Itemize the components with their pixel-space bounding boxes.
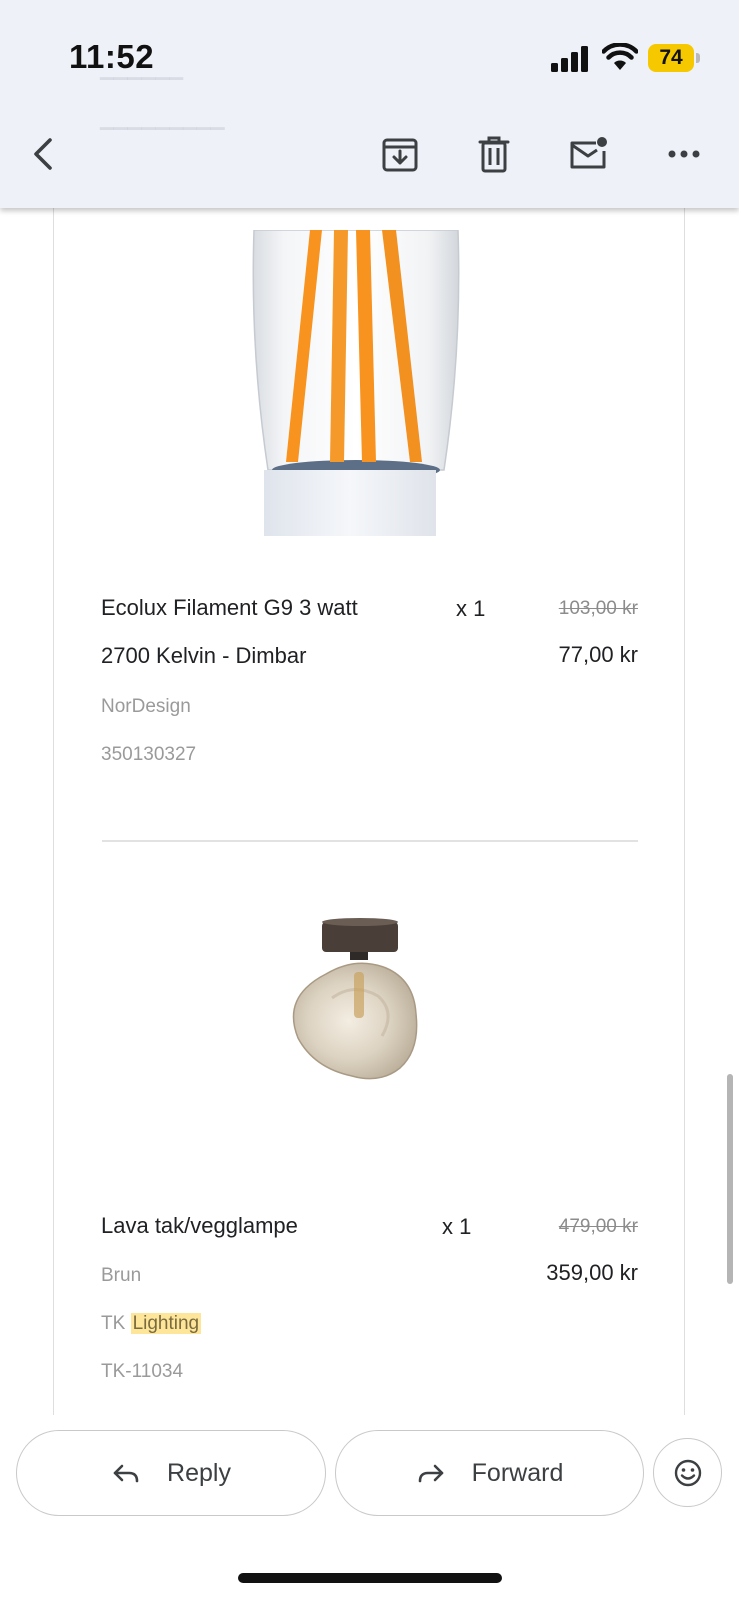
item-name-line2: 2700 Kelvin - Dimbar bbox=[101, 643, 307, 668]
status-time: 11:52 bbox=[69, 38, 155, 75]
item-brand: TK Lighting bbox=[101, 1313, 202, 1335]
wifi-icon bbox=[602, 43, 638, 70]
chevron-left-icon bbox=[34, 138, 52, 170]
item-price: 77,00 kr bbox=[558, 642, 639, 667]
trash-icon bbox=[478, 136, 510, 173]
reply-label: Reply bbox=[167, 1458, 231, 1487]
item-brand: NorDesign bbox=[101, 696, 191, 717]
item-quantity: x 1 bbox=[442, 1214, 472, 1239]
brand-highlight: Lighting bbox=[130, 1313, 202, 1334]
item-sku: TK-11034 bbox=[101, 1361, 184, 1382]
home-indicator[interactable] bbox=[238, 1573, 502, 1583]
email-view: 11:52 74 ▔▔▔▔▔▔ ▔▔▔▔▔▔▔▔▔ Ecolux Filamen… bbox=[0, 0, 739, 1600]
item-name-line1: Ecolux Filament G9 3 watt bbox=[101, 595, 358, 620]
item-sku: 350130327 bbox=[101, 744, 197, 765]
item-divider bbox=[102, 840, 638, 842]
mark-unread-button[interactable] bbox=[566, 132, 610, 176]
emoji-reaction-button[interactable] bbox=[653, 1438, 722, 1507]
ghost-header-text-2: ▔▔▔▔▔▔▔▔▔ bbox=[100, 128, 225, 148]
item-price: 359,00 kr bbox=[546, 1260, 638, 1285]
forward-icon bbox=[418, 1464, 443, 1483]
more-horizontal-icon bbox=[668, 150, 700, 158]
scrollbar[interactable] bbox=[727, 1074, 733, 1284]
item-old-price: 479,00 kr bbox=[558, 1216, 638, 1237]
brand-prefix: TK bbox=[101, 1313, 126, 1334]
more-options-button[interactable] bbox=[662, 132, 706, 176]
ghost-header-text: ▔▔▔▔▔▔ bbox=[100, 78, 184, 98]
smiley-icon bbox=[674, 1459, 701, 1486]
item-variant: Brun bbox=[101, 1265, 142, 1286]
top-app-bar: 11:52 74 ▔▔▔▔▔▔ ▔▔▔▔▔▔▔▔▔ bbox=[0, 0, 739, 208]
email-body[interactable]: Ecolux Filament G9 3 watt 2700 Kelvin - … bbox=[0, 208, 739, 1415]
delete-button[interactable] bbox=[472, 132, 516, 176]
forward-button[interactable]: Forward bbox=[335, 1430, 644, 1516]
content-border-left bbox=[53, 208, 54, 1415]
item-quantity: x 1 bbox=[456, 596, 486, 621]
back-button[interactable] bbox=[22, 132, 66, 176]
archive-icon bbox=[382, 138, 418, 172]
item-old-price: 103,00 kr bbox=[558, 598, 638, 619]
battery-indicator: 74 bbox=[648, 44, 700, 72]
cellular-signal-icon bbox=[551, 46, 588, 72]
item-name-line1: Lava tak/vegglampe bbox=[101, 1213, 298, 1238]
mark-unread-icon bbox=[570, 137, 607, 169]
content-border-right bbox=[684, 208, 685, 1415]
forward-label: Forward bbox=[471, 1458, 564, 1487]
archive-button[interactable] bbox=[378, 132, 422, 176]
product-image-lava-lamp bbox=[292, 918, 418, 1080]
product-image-filament-bulb bbox=[252, 230, 460, 536]
reply-icon bbox=[113, 1464, 139, 1483]
reply-button[interactable]: Reply bbox=[16, 1430, 326, 1516]
